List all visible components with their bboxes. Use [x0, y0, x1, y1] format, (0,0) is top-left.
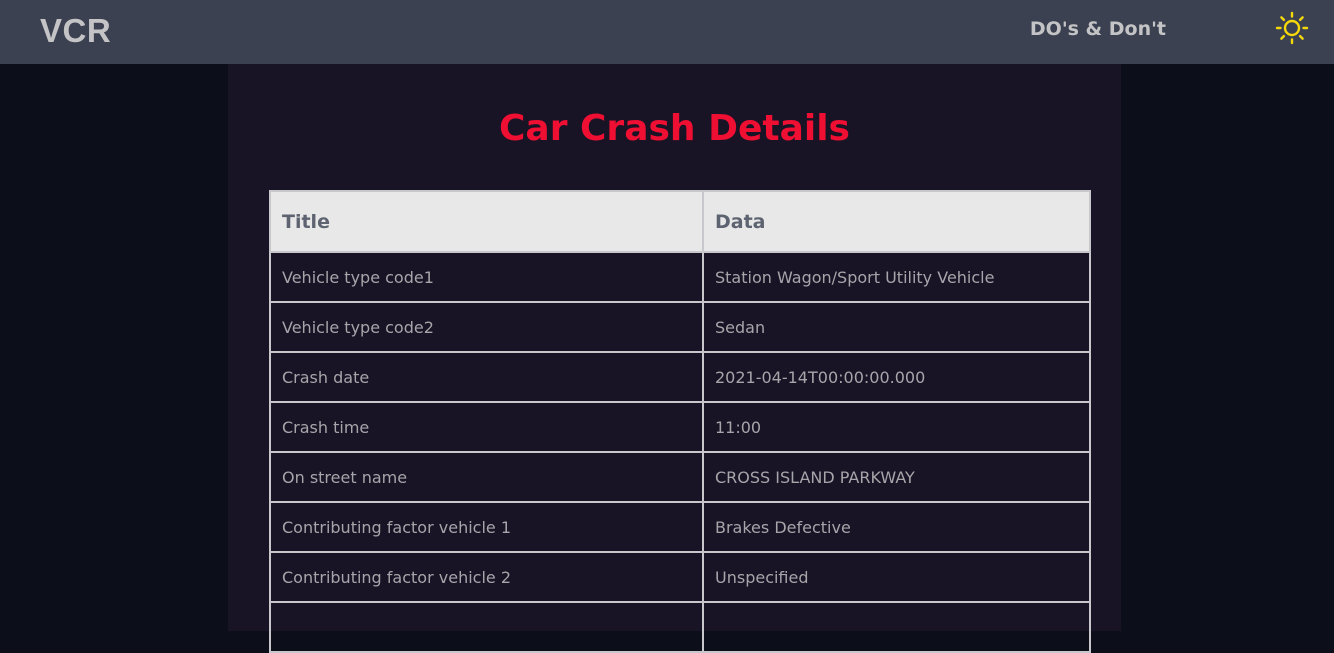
page-title: Car Crash Details [499, 108, 850, 149]
main-content: Car Crash Details Title Data Vehicle typ… [228, 64, 1121, 653]
sun-icon [1275, 11, 1309, 45]
row-title: On street name [269, 451, 704, 503]
crash-details-table: Title Data Vehicle type code1 Station Wa… [269, 190, 1091, 653]
theme-toggle-button[interactable] [1274, 10, 1310, 46]
row-title: Contributing factor vehicle 1 [269, 501, 704, 553]
row-data: CROSS ISLAND PARKWAY [702, 451, 1091, 503]
header-title: Title [269, 190, 704, 253]
row-title: Vehicle type code2 [269, 301, 704, 353]
row-data [702, 601, 1091, 653]
table-row: Vehicle type code1 Station Wagon/Sport U… [269, 251, 1091, 303]
row-title [269, 601, 704, 653]
row-title: Crash date [269, 351, 704, 403]
header-data: Data [702, 190, 1091, 253]
dos-and-donts-link[interactable]: DO's & Don't [1030, 18, 1166, 40]
row-title: Crash time [269, 401, 704, 453]
table-row: Vehicle type code2 Sedan [269, 301, 1091, 353]
brand-logo[interactable]: VCR [40, 12, 111, 50]
row-title: Contributing factor vehicle 2 [269, 551, 704, 603]
row-data: Unspecified [702, 551, 1091, 603]
table-row: Crash date 2021-04-14T00:00:00.000 [269, 351, 1091, 403]
table-row: Contributing factor vehicle 2 Unspecifie… [269, 551, 1091, 603]
row-data: 11:00 [702, 401, 1091, 453]
table-header-row: Title Data [269, 190, 1091, 253]
table-row [269, 601, 1091, 653]
table-row: On street name CROSS ISLAND PARKWAY [269, 451, 1091, 503]
row-data: Sedan [702, 301, 1091, 353]
row-data: 2021-04-14T00:00:00.000 [702, 351, 1091, 403]
table-row: Contributing factor vehicle 1 Brakes Def… [269, 501, 1091, 553]
table-row: Crash time 11:00 [269, 401, 1091, 453]
row-data: Station Wagon/Sport Utility Vehicle [702, 251, 1091, 303]
row-title: Vehicle type code1 [269, 251, 704, 303]
top-navbar: VCR DO's & Don't [0, 0, 1334, 64]
row-data: Brakes Defective [702, 501, 1091, 553]
